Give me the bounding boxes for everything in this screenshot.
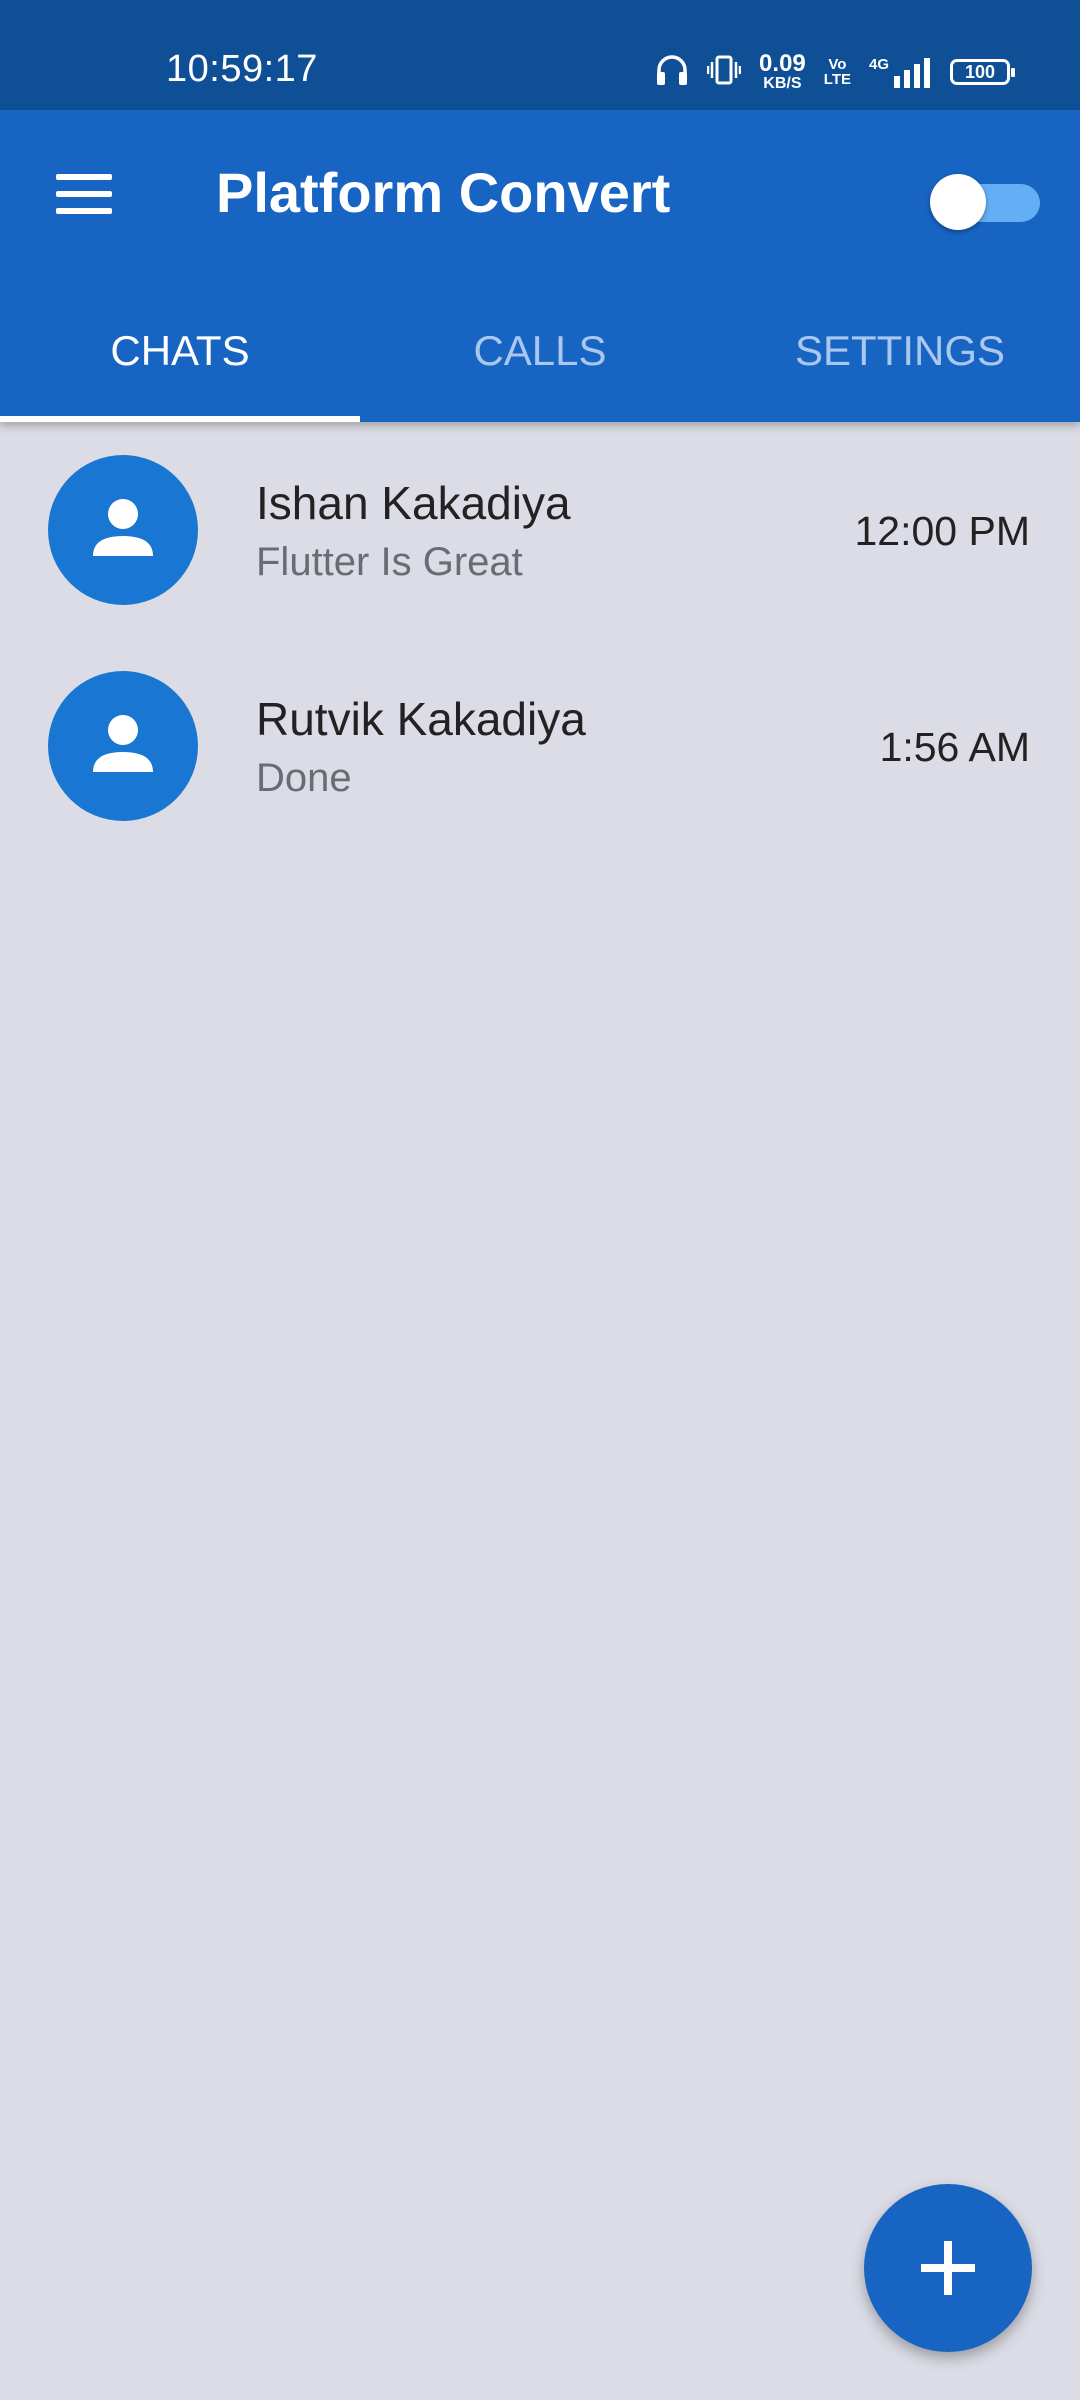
volte-indicator: Vo LTE [824,57,851,87]
theme-toggle[interactable] [930,168,1042,232]
headphones-icon [655,54,689,91]
person-icon [93,499,153,556]
chat-item-rutvik[interactable]: Rutvik Kakadiya Done 1:56 AM [0,638,1080,854]
avatar [48,671,198,821]
signal-icon: 4G [869,56,932,88]
tab-bar: CHATS CALLS SETTINGS [0,280,1080,422]
vibrate-icon [706,53,742,92]
tab-calls[interactable]: CALLS [360,280,720,422]
chat-name: Ishan Kakadiya [256,477,571,529]
status-icons: 0.09 KB/S Vo LTE 4G 100 [655,52,1015,92]
chat-item-ishan[interactable]: Ishan Kakadiya Flutter Is Great 12:00 PM [0,422,1080,638]
avatar [48,455,198,605]
menu-icon[interactable] [56,174,112,214]
battery-icon: 100 [950,59,1015,85]
network-type: 4G [868,56,889,73]
chat-list: Ishan Kakadiya Flutter Is Great 12:00 PM… [0,422,1080,854]
chat-time: 12:00 PM [854,508,1031,554]
app-bar: Platform Convert CHATS CALLS SETTINGS [0,110,1080,422]
volte-top: Vo [828,56,847,73]
network-speed-unit: KB/S [763,75,802,92]
volte-bottom: LTE [823,71,851,88]
page-title: Platform Convert [216,161,671,224]
toggle-thumb [930,174,986,230]
battery-level: 100 [964,61,996,82]
add-icon [921,2241,975,2295]
chat-message: Done [256,756,352,800]
chat-name: Rutvik Kakadiya [256,693,586,745]
network-speed: 0.09 KB/S [759,52,806,92]
person-icon [93,715,153,772]
chat-time: 1:56 AM [879,724,1030,770]
tab-settings[interactable]: SETTINGS [720,280,1080,422]
status-bar: 10:59:17 0.09 KB/S Vo LTE 4G 100 [0,0,1080,110]
chat-message: Flutter Is Great [256,540,523,584]
network-speed-value: 0.09 [759,50,806,77]
status-time: 10:59:17 [166,48,318,90]
add-chat-button[interactable] [864,2184,1032,2352]
tab-chats[interactable]: CHATS [0,280,360,422]
